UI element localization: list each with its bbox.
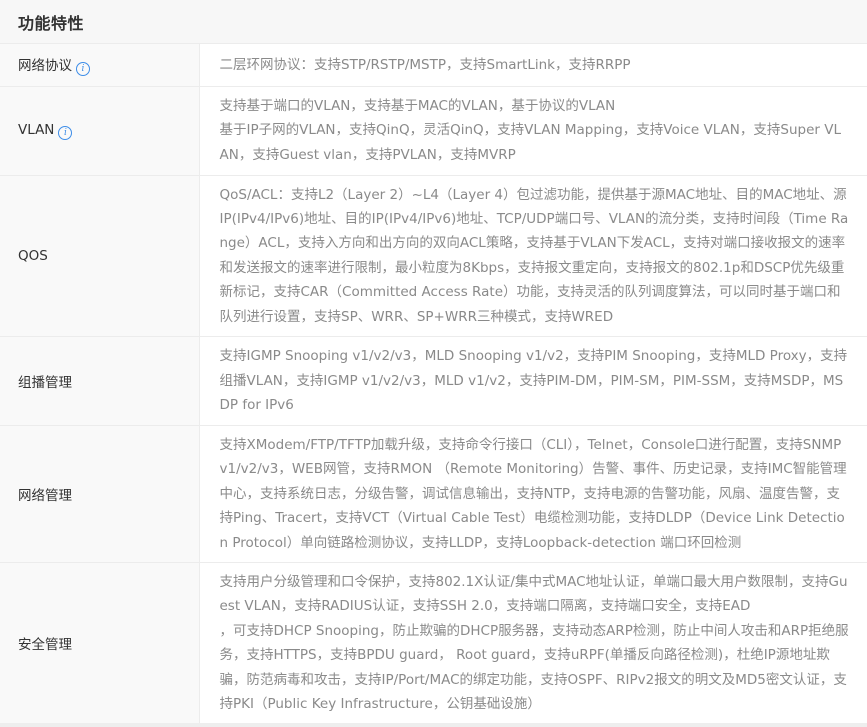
spec-row-qos: QOS QoS/ACL：支持L2（Layer 2）~L4（Layer 4）包过滤…: [0, 175, 867, 337]
spec-name-cell: 网络管理: [0, 425, 200, 563]
spec-value-cell: QoS/ACL：支持L2（Layer 2）~L4（Layer 4）包过滤功能，提…: [199, 175, 867, 337]
spec-value-cell: 支持基于端口的VLAN，支持基于MAC的VLAN，基于协议的VLAN 基于IP子…: [199, 86, 867, 176]
info-icon[interactable]: i: [76, 61, 90, 76]
spec-row-network-protocol: 网络协议 i 二层环网协议：支持STP/RSTP/MSTP，支持SmartLink…: [0, 44, 867, 87]
spec-row-multicast: 组播管理 支持IGMP Snooping v1/v2/v3，MLD Snoopi…: [0, 336, 867, 426]
spec-row-network-management: 网络管理 支持XModem/FTP/TFTP加载升级，支持命令行接口（CLI），…: [0, 425, 867, 563]
spec-value-text: 支持XModem/FTP/TFTP加载升级，支持命令行接口（CLI），Telne…: [219, 436, 847, 551]
spec-row-vlan: VLAN i 支持基于端口的VLAN，支持基于MAC的VLAN，基于协议的VLAN…: [0, 86, 867, 176]
info-icon[interactable]: i: [58, 125, 73, 140]
spec-value-text: 二层环网协议：支持STP/RSTP/MSTP，支持SmartLink，支持RRP…: [219, 56, 631, 73]
section-header: 功能特性: [0, 0, 867, 44]
spec-name-cell: 组播管理: [0, 336, 200, 426]
spec-name-cell: 网络协议 i: [0, 44, 200, 87]
spec-value-cell: 支持IGMP Snooping v1/v2/v3，MLD Snooping v1…: [199, 336, 867, 426]
spec-name-label: 网络协议: [18, 57, 72, 74]
spec-name-label: 组播管理: [18, 374, 72, 391]
spec-name-cell: VLAN i: [0, 86, 200, 176]
spec-value-cell: 二层环网协议：支持STP/RSTP/MSTP，支持SmartLink，支持RRP…: [199, 44, 867, 87]
spec-name-label: QOS: [18, 247, 48, 264]
spec-name-cell: QOS: [0, 175, 200, 337]
spec-name-label: 网络管理: [18, 487, 72, 504]
bottom-divider: [0, 723, 867, 727]
spec-value-text: 支持基于端口的VLAN，支持基于MAC的VLAN，基于协议的VLAN: [219, 97, 616, 114]
spec-value-text: 基于IP子网的VLAN，支持QinQ，灵活QinQ，支持VLAN Mapping…: [219, 122, 841, 163]
spec-value-text: 支持IGMP Snooping v1/v2/v3，MLD Snooping v1…: [219, 348, 848, 414]
spec-value-text: ，可支持DHCP Snooping，防止欺骗的DHCP服务器，支持动态ARP检测…: [219, 622, 849, 712]
spec-name-label: 安全管理: [18, 637, 72, 654]
spec-row-security-management: 安全管理 支持用户分级管理和口令保护，支持802.1X认证/集中式MAC地址认证…: [0, 562, 867, 725]
spec-table: 网络协议 i 二层环网协议：支持STP/RSTP/MSTP，支持SmartLink…: [0, 44, 867, 725]
feature-spec-panel: 功能特性 网络协议 i 二层环网协议：支持STP/RSTP/MSTP，支持Smar…: [0, 0, 867, 727]
section-title: 功能特性: [18, 13, 85, 33]
spec-name-cell: 安全管理: [0, 562, 200, 725]
spec-value-cell: 支持XModem/FTP/TFTP加载升级，支持命令行接口（CLI），Telne…: [199, 425, 867, 563]
spec-value-cell: 支持用户分级管理和口令保护，支持802.1X认证/集中式MAC地址认证，单端口最…: [199, 562, 867, 725]
spec-value-text: QoS/ACL：支持L2（Layer 2）~L4（Layer 4）包过滤功能，提…: [219, 186, 849, 325]
spec-name-label: VLAN: [18, 121, 55, 138]
spec-value-text: 支持用户分级管理和口令保护，支持802.1X认证/集中式MAC地址认证，单端口最…: [219, 573, 848, 615]
